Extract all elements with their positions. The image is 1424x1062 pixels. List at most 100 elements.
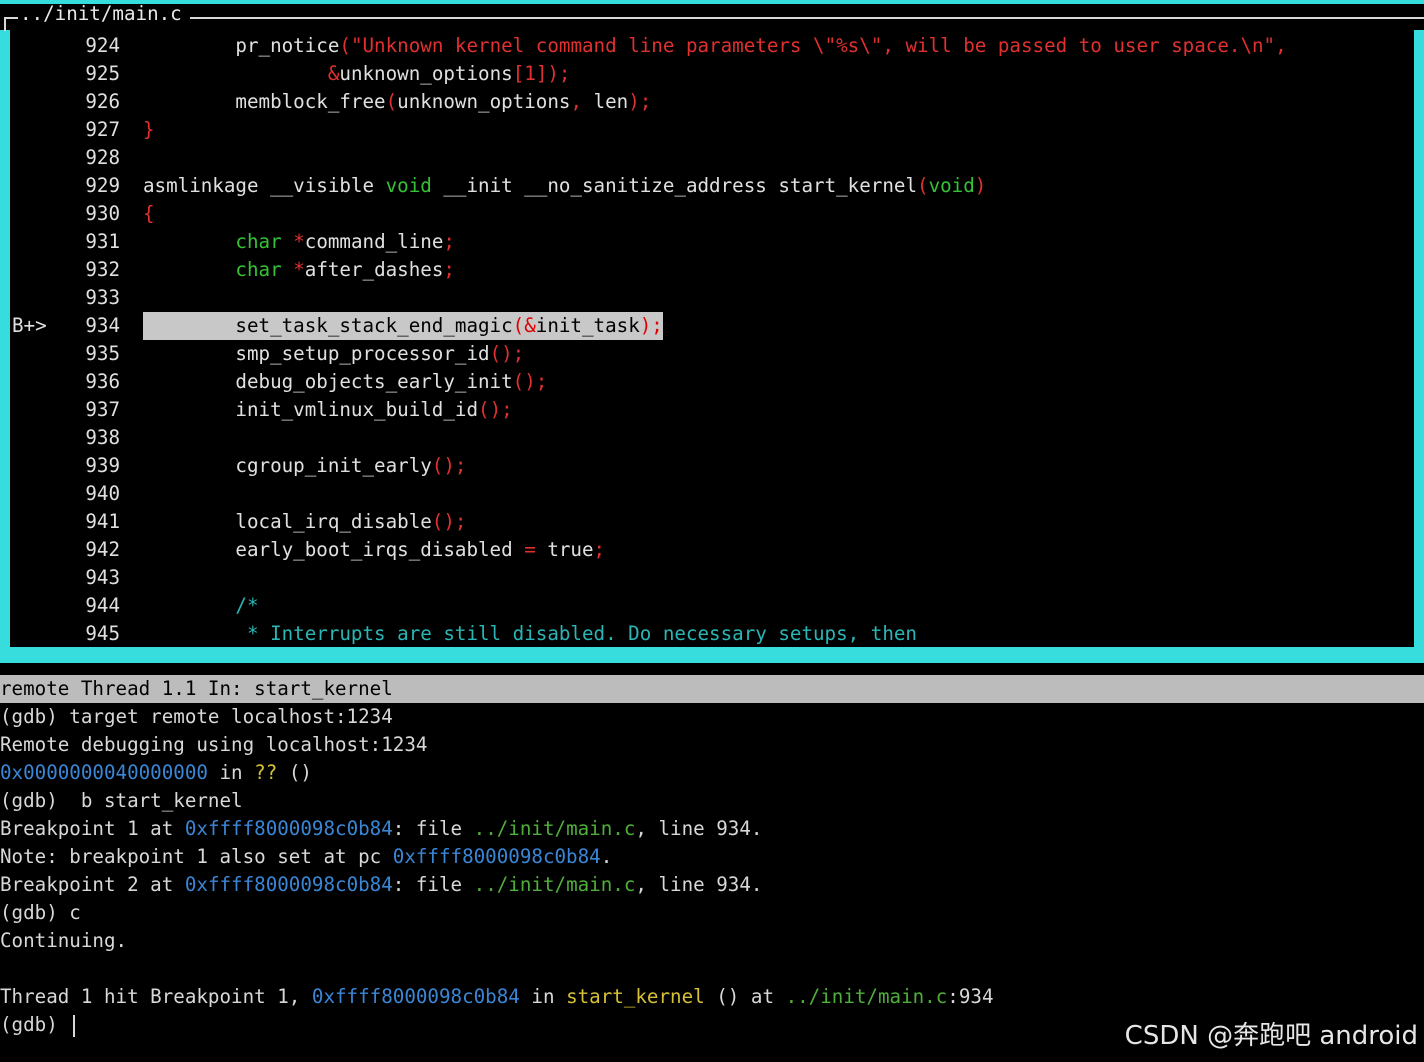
code-token: void [385, 174, 432, 197]
source-line[interactable]: 945 * Interrupts are still disabled. Do … [10, 620, 1414, 648]
line-code: early_boot_irqs_disabled = true; [143, 536, 605, 564]
console-line: Continuing. [0, 927, 127, 955]
code-token: [ [512, 62, 525, 85]
console-line: Breakpoint 2 at 0xffff8000098c0b84: file… [0, 871, 762, 899]
code-token: void [928, 174, 975, 197]
line-number: 938 [85, 426, 120, 449]
line-code: asmlinkage __visible void __init __no_sa… [143, 172, 986, 200]
source-line[interactable]: 928 [10, 144, 1414, 172]
code-token: char [235, 258, 282, 281]
code-token: ( [385, 90, 398, 113]
source-line[interactable]: 939 cgroup_init_early(); [10, 452, 1414, 480]
code-token: (& [512, 314, 536, 337]
code-token: unknown_options [397, 90, 571, 113]
code-token: true [535, 538, 594, 561]
console-token: . [600, 845, 613, 868]
line-number: 926 [85, 90, 120, 113]
source-line[interactable]: 930 { [10, 200, 1414, 228]
line-number: 937 [85, 398, 120, 421]
gdb-console[interactable]: (gdb) target remote localhost:1234 Remote… [0, 703, 1424, 1062]
code-token: & [327, 62, 340, 85]
line-code: &unknown_options[1]); [143, 60, 571, 88]
code-token: /* [143, 594, 259, 617]
console-line: Breakpoint 1 at 0xffff8000098c0b84: file… [0, 815, 762, 843]
code-token: pr_notice [143, 34, 340, 57]
source-line[interactable]: 937 init_vmlinux_build_id(); [10, 396, 1414, 424]
source-line[interactable]: 942 early_boot_irqs_disabled = true; [10, 536, 1414, 564]
line-code: pr_notice("Unknown kernel command line p… [143, 32, 1286, 60]
source-line[interactable]: 943 [10, 564, 1414, 592]
code-token: asmlinkage __visible [143, 174, 386, 197]
line-number: 945 [85, 622, 120, 645]
line-number: 941 [85, 510, 120, 533]
code-token: (); [512, 370, 548, 393]
code-token: memblock_free [143, 90, 386, 113]
source-line[interactable]: 924 pr_notice("Unknown kernel command li… [10, 32, 1414, 60]
console-token: (gdb) b start_kernel [0, 789, 243, 812]
console-token: ../init/main.c [473, 873, 636, 896]
console-token: :934 [947, 985, 994, 1008]
source-line[interactable]: 927} [10, 116, 1414, 144]
code-token: (); [431, 454, 467, 477]
source-window-border-right [1414, 0, 1424, 663]
source-line[interactable]: 940 [10, 480, 1414, 508]
source-line[interactable]: 925 &unknown_options[1]); [10, 60, 1414, 88]
console-token: in [519, 985, 567, 1008]
console-line: (gdb) target remote localhost:1234 [0, 703, 393, 731]
console-token: 0xffff8000098c0b84 [184, 817, 393, 840]
source-window-title-bar: ../init/main.c [0, 2, 1424, 31]
code-token: init_vmlinux_build_id [143, 398, 479, 421]
source-line[interactable]: 938 [10, 424, 1414, 452]
source-line[interactable]: 941 local_irq_disable(); [10, 508, 1414, 536]
source-line[interactable]: 932 char *after_dashes; [10, 256, 1414, 284]
console-token: 0xffff8000098c0b84 [392, 845, 601, 868]
line-number: 930 [85, 202, 120, 225]
line-code: local_irq_disable(); [143, 508, 466, 536]
console-line: (gdb) b start_kernel [0, 787, 243, 815]
source-line[interactable]: 935 smp_setup_processor_id(); [10, 340, 1414, 368]
source-line[interactable]: 936 debug_objects_early_init(); [10, 368, 1414, 396]
console-line: (gdb) c [0, 899, 81, 927]
code-token: ; [593, 538, 606, 561]
source-window-border-bottom [0, 647, 1424, 663]
line-number: 932 [85, 258, 120, 281]
source-line[interactable]: 944 /* [10, 592, 1414, 620]
line-number: 943 [85, 566, 120, 589]
text-cursor[interactable] [73, 1014, 76, 1037]
source-code-area[interactable]: 924 pr_notice("Unknown kernel command li… [10, 30, 1414, 647]
source-line[interactable]: 926 memblock_free(unknown_options, len); [10, 88, 1414, 116]
source-line[interactable]: 929 asmlinkage __visible void __init __no… [10, 172, 1414, 200]
line-code: { [143, 200, 155, 228]
console-token: () at [704, 985, 786, 1008]
source-window-border-left [0, 0, 10, 663]
line-code: smp_setup_processor_id(); [143, 340, 524, 368]
code-token: (); [478, 398, 513, 421]
line-number: 931 [85, 230, 120, 253]
code-token: ( [917, 174, 929, 197]
line-code: memblock_free(unknown_options, len); [143, 88, 651, 116]
source-line[interactable]: 931 char *command_line; [10, 228, 1414, 256]
source-window[interactable]: ../init/main.c 924 pr_notice("Unknown ke… [0, 0, 1424, 663]
title-rule-left [4, 17, 18, 19]
line-code: } [143, 116, 155, 144]
console-line: Thread 1 hit Breakpoint 1, 0xffff8000098… [0, 983, 994, 1011]
source-line[interactable]: 933 [10, 284, 1414, 312]
code-token: after_dashes [304, 258, 444, 281]
console-token: , line 934. [635, 817, 763, 840]
current-line-code: set_task_stack_end_magic(&init_task); [143, 312, 663, 340]
console-token: Remote debugging using localhost:1234 [0, 733, 428, 756]
line-number: 935 [85, 342, 120, 365]
code-token: set_task_stack_end_magic [143, 314, 513, 337]
console-token: (gdb) c [0, 901, 81, 924]
line-code: char *after_dashes; [143, 256, 455, 284]
console-token: 0xffff8000098c0b84 [184, 873, 393, 896]
line-code: debug_objects_early_init(); [143, 368, 547, 396]
code-token: } [143, 118, 155, 141]
console-token: : file [392, 873, 474, 896]
line-number: 933 [85, 286, 120, 309]
source-line[interactable]: B+> 934 set_task_stack_end_magic(&init_ta… [10, 312, 1414, 340]
line-number: 929 [85, 174, 120, 197]
title-rule-corner [4, 17, 6, 31]
console-token: start_kernel [566, 985, 705, 1008]
code-token: len [582, 90, 629, 113]
